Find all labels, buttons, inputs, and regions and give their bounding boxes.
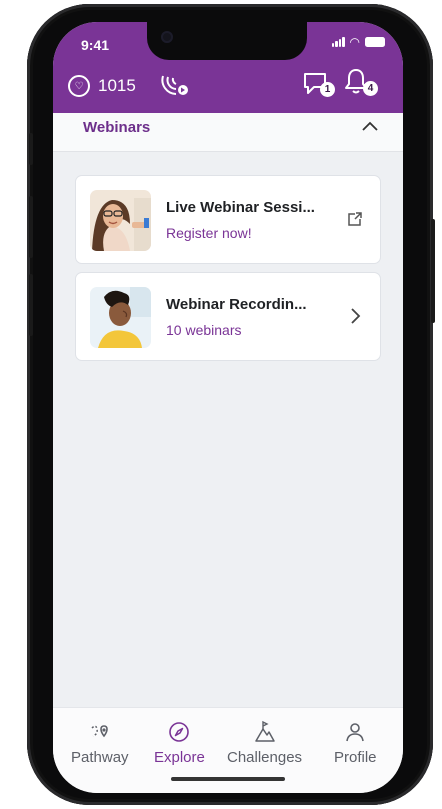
battery-icon [365, 37, 385, 47]
register-link[interactable]: Register now! [166, 225, 252, 241]
pathway-icon [91, 725, 108, 738]
points-display[interactable]: ♡ 1015 [68, 75, 136, 97]
section-title: Webinars [83, 119, 151, 136]
recording-count: 10 webinars [166, 322, 242, 338]
live-webinar-card[interactable]: Live Webinar Sessi... Register now! [75, 175, 381, 264]
nav-item-pathway[interactable]: Pathway [71, 720, 129, 766]
mountain-icon [254, 720, 275, 742]
power-button [431, 219, 435, 323]
points-value: 1015 [98, 76, 136, 95]
chevron-right-icon[interactable] [346, 306, 364, 326]
messages-button[interactable]: 1 [303, 72, 337, 100]
webinar-recordings-card[interactable]: Webinar Recordin... 10 webinars [75, 272, 381, 361]
card-title: Live Webinar Sessi... [166, 199, 315, 216]
status-icons: ◠ [331, 35, 385, 49]
notifications-button[interactable]: 4 [343, 68, 381, 100]
nav-item-profile[interactable]: Profile [334, 720, 377, 766]
notifications-count-badge: 4 [363, 81, 378, 96]
heart-coin-icon: ♡ [68, 75, 90, 97]
webinar-host-photo [90, 190, 151, 251]
webinar-recording-photo [90, 287, 151, 348]
chevron-up-icon[interactable] [361, 119, 379, 133]
home-indicator[interactable] [171, 777, 285, 781]
front-camera [161, 31, 173, 43]
signal-icon [331, 37, 345, 47]
volume-up-button [29, 196, 33, 258]
app-screen: 9:41 ◠ ♡ 1015 1 4 Webinars Live Webinar … [53, 22, 403, 793]
nav-label: Pathway [71, 749, 129, 766]
card-title: Webinar Recordin... [166, 296, 307, 313]
compass-icon [169, 722, 190, 742]
volume-down-button [29, 274, 33, 336]
silent-switch [29, 133, 33, 165]
streak-wave-icon[interactable] [160, 70, 190, 98]
person-icon [346, 723, 365, 742]
nav-label: Profile [334, 749, 377, 766]
external-link-icon[interactable] [346, 209, 364, 229]
nav-label: Explore [154, 749, 205, 766]
nav-item-explore[interactable]: Explore [154, 720, 205, 766]
messages-count-badge: 1 [320, 82, 335, 97]
nav-item-challenges[interactable]: Challenges [227, 720, 302, 766]
camera-notch [147, 22, 307, 60]
webinars-section-header[interactable]: Webinars [53, 113, 403, 152]
wifi-icon: ◠ [349, 35, 360, 49]
nav-label: Challenges [227, 749, 303, 766]
status-time: 9:41 [81, 37, 110, 53]
